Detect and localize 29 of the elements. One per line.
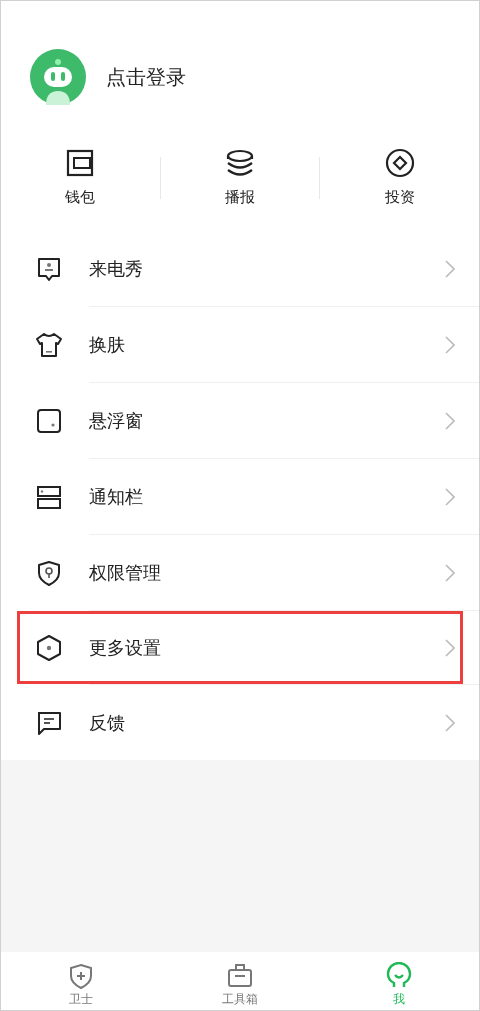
menu-row[interactable]: 权限管理	[1, 535, 479, 610]
menu-row[interactable]: 换肤	[1, 307, 479, 382]
shield-icon	[35, 558, 63, 587]
menu-row[interactable]: 悬浮窗	[1, 383, 479, 458]
chevron-right-icon	[445, 713, 455, 732]
menu-row[interactable]: 来电秀	[1, 231, 479, 306]
tab[interactable]: 卫士	[1, 962, 161, 1006]
chevron-right-icon	[445, 563, 455, 582]
smiley-person-icon	[385, 962, 414, 990]
coin-stack-icon[interactable]	[225, 147, 255, 178]
chevron-right-icon	[445, 259, 455, 278]
wallet-icon[interactable]	[65, 147, 96, 178]
square-icon	[35, 406, 63, 435]
login-label[interactable]: 点击登录	[106, 62, 186, 92]
chevron-right-icon	[445, 638, 455, 657]
chevron-right-icon	[445, 335, 455, 354]
coin-icon[interactable]	[384, 147, 415, 178]
t-shirt-icon	[35, 330, 63, 359]
quick-action-label[interactable]: 投资	[384, 185, 415, 209]
quick-action-label[interactable]: 钱包	[65, 185, 96, 209]
quick-action-label[interactable]: 播报	[225, 185, 255, 209]
menu-row[interactable]: 反馈	[1, 685, 479, 760]
hexagon-icon	[35, 633, 63, 662]
highlighted-menu-row[interactable]: 更多设置	[17, 611, 463, 684]
chevron-right-icon	[445, 411, 455, 430]
chevron-right-icon	[445, 487, 455, 506]
menu-row[interactable]: 通知栏	[1, 459, 479, 534]
tab[interactable]: 工具箱	[160, 962, 320, 1006]
toolbox-icon	[226, 962, 254, 990]
